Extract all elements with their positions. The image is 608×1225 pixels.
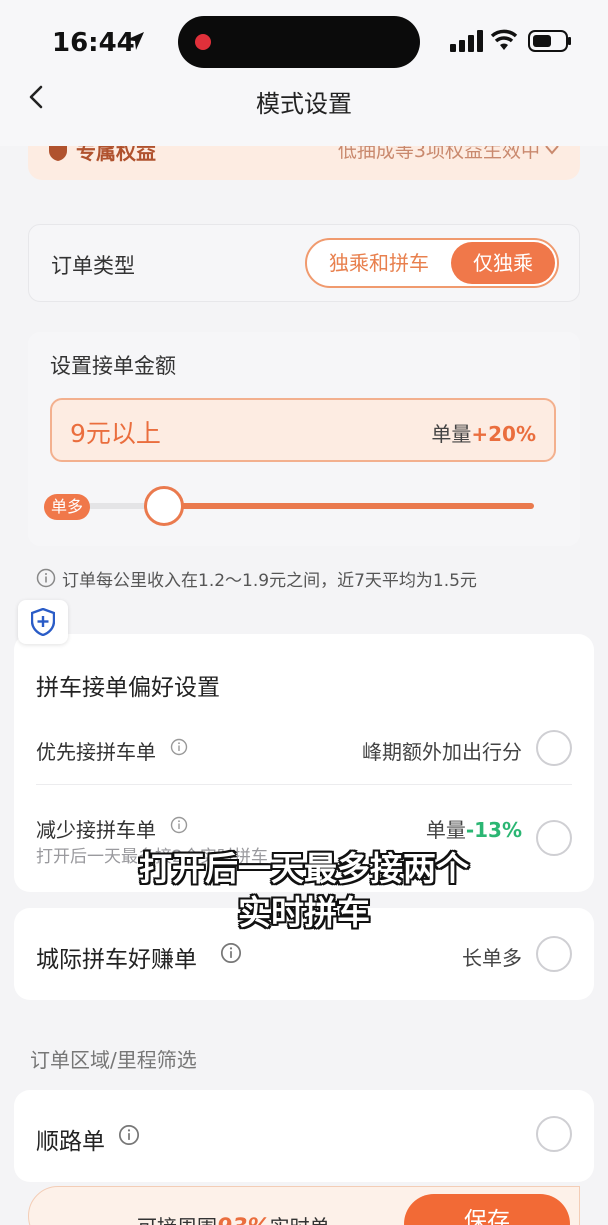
reduce-pool-volume: 单量-13% (426, 814, 522, 843)
reduce-pool-pct: -13% (465, 818, 522, 842)
prefer-pool-radio[interactable] (536, 730, 572, 766)
route-card: 顺路单 (14, 1090, 594, 1182)
caption-line-1: 打开后一天最多接两个 (139, 849, 469, 888)
route-radio[interactable] (536, 1116, 572, 1152)
amount-volume-hint: 单量+20% (431, 418, 536, 447)
prefer-pool-label: 优先接拼车单 (36, 740, 156, 764)
route-label: 顺路单 (36, 1129, 105, 1155)
amount-title: 设置接单金额 (50, 354, 176, 378)
info-icon[interactable] (220, 942, 242, 964)
bottom-pct: 93% (217, 1215, 270, 1225)
amount-value: 9元以上 (70, 419, 161, 448)
order-type-label: 订单类型 (51, 254, 135, 278)
info-icon[interactable] (170, 738, 188, 756)
pool-preference-title: 拼车接单偏好设置 (36, 675, 220, 701)
amount-slider-fill (163, 503, 534, 509)
order-type-card: 订单类型 独乘和拼车 仅独乘 (28, 224, 580, 302)
intercity-radio[interactable] (536, 936, 572, 972)
info-icon[interactable] (170, 816, 188, 834)
chevron-down-icon (545, 146, 559, 155)
location-arrow-icon (126, 32, 144, 50)
shield-plus-icon (31, 608, 55, 636)
reduce-pool-label: 减少接拼车单 (36, 818, 156, 842)
cellular-signal-icon (450, 30, 483, 52)
recording-dot-icon (195, 34, 211, 50)
perk-status: 低抽成等3项权益生效中 (337, 146, 540, 162)
amount-hint-prefix: 单量 (431, 422, 472, 446)
wifi-icon (490, 29, 518, 50)
toggle-option-solo-only[interactable]: 仅独乘 (451, 242, 555, 284)
slider-more-orders-badge: 单多 (44, 494, 90, 520)
perk-shield-icon (49, 146, 67, 161)
save-button[interactable]: 保存 (404, 1194, 570, 1225)
amount-slider-knob[interactable] (143, 486, 184, 526)
reduce-pool-prefix: 单量 (425, 818, 466, 842)
caption-line-2: 实时拼车 (238, 893, 370, 932)
battery-icon (528, 30, 571, 52)
prefer-pool-benefit: 峰期额外加出行分 (362, 740, 522, 764)
info-icon (36, 568, 56, 588)
status-time: 16:44 (52, 28, 135, 58)
bottom-summary-text: 可接周围93%实时单 (137, 1211, 330, 1225)
perk-label: 专属权益 (76, 146, 156, 164)
bottom-suffix: 实时单 (270, 1215, 330, 1225)
safety-shield-button[interactable] (18, 600, 68, 644)
amount-display: 9元以上 单量+20% (50, 398, 556, 462)
perk-banner[interactable]: 专属权益 低抽成等3项权益生效中 (28, 146, 580, 180)
divider (36, 784, 572, 785)
info-icon[interactable] (118, 1124, 140, 1146)
amount-card: 设置接单金额 9元以上 单量+20% 单多 (28, 332, 580, 546)
toggle-option-solo-and-pool[interactable]: 独乘和拼车 (307, 240, 451, 286)
intercity-benefit: 长单多 (462, 946, 522, 970)
bottom-prefix: 可接周围 (137, 1215, 217, 1225)
filter-section-label: 订单区域/里程筛选 (30, 1048, 197, 1072)
order-type-toggle: 独乘和拼车 仅独乘 (305, 238, 559, 288)
amount-hint-pct: +20% (471, 422, 536, 446)
page-title: 模式设置 (256, 90, 352, 118)
intercity-label: 城际拼车好赚单 (36, 947, 197, 973)
income-note: 订单每公里收入在1.2～1.9元之间，近7天平均为1.5元 (62, 571, 477, 591)
dynamic-island (178, 16, 420, 68)
